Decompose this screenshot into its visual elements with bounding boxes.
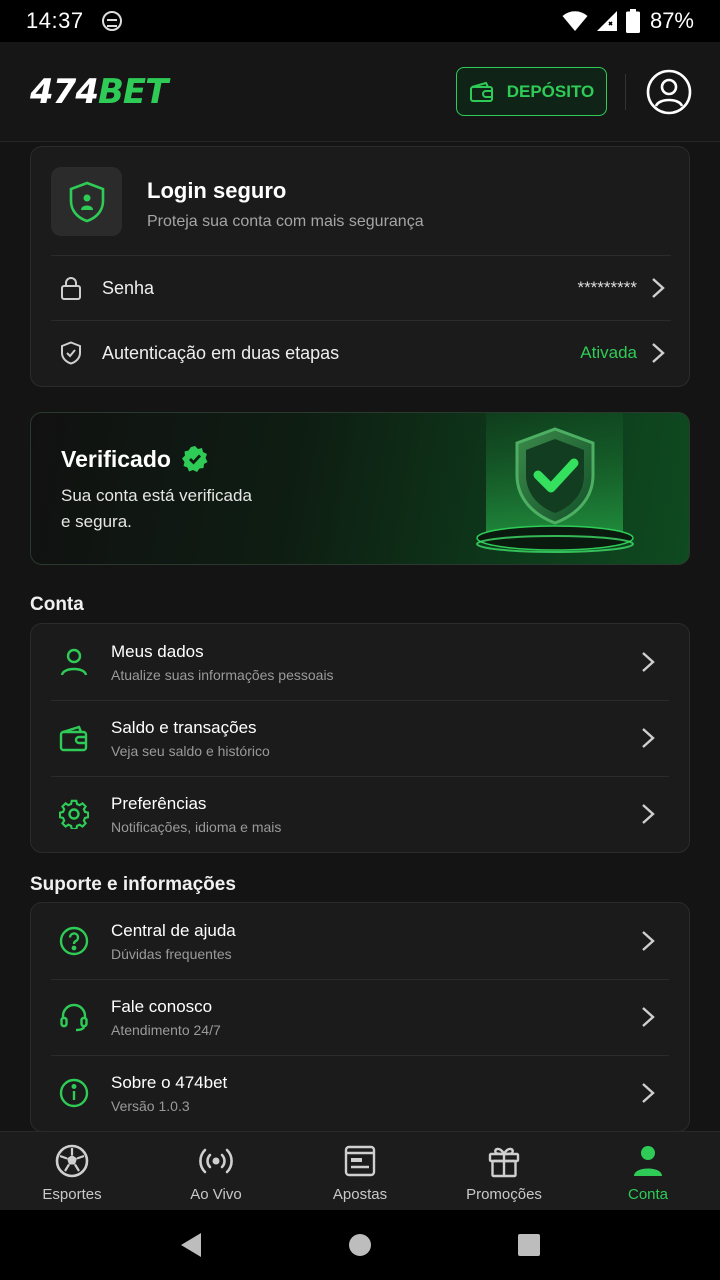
two-factor-status: Ativada <box>580 343 637 362</box>
nav-item-conta[interactable]: Conta <box>576 1132 720 1210</box>
chevron-right-icon <box>652 343 665 363</box>
menu-item-my-data[interactable]: Meus dados Atualize suas informações pes… <box>31 624 689 700</box>
back-icon[interactable] <box>179 1232 203 1258</box>
support-menu: Central de ajuda Dúvidas frequentes Fale… <box>30 902 690 1131</box>
secure-login-subtitle: Proteja sua conta com mais segurança <box>147 213 424 230</box>
nav-item-ao-vivo[interactable]: Ao Vivo <box>144 1132 288 1210</box>
deposit-label: DEPÓSITO <box>506 81 595 101</box>
menu-item-balance[interactable]: Saldo e transações Veja seu saldo e hist… <box>31 700 689 776</box>
wifi-icon <box>562 11 588 31</box>
menu-item-label: Central de ajuda <box>111 920 236 940</box>
support-section-title: Suporte e informações <box>30 874 236 895</box>
recents-icon[interactable] <box>517 1233 541 1257</box>
menu-item-contact[interactable]: Fale conosco Atendimento 24/7 <box>31 979 689 1055</box>
chevron-right-icon <box>642 652 655 672</box>
two-factor-label: Autenticação em duas etapas <box>102 342 340 363</box>
nav-label: Apostas <box>332 1186 388 1203</box>
secure-login-card: Login seguro Proteja sua conta com mais … <box>30 146 690 387</box>
chevron-right-icon <box>642 804 655 824</box>
notification-icon <box>101 11 122 31</box>
headset-icon <box>60 1003 88 1032</box>
shield-user-icon <box>51 167 122 236</box>
password-row[interactable]: Senha ********* <box>51 255 671 320</box>
menu-item-label: Fale conosco <box>111 996 213 1016</box>
verified-title-row: Verificado <box>61 445 209 473</box>
nav-label: Conta <box>627 1186 669 1203</box>
chevron-right-icon <box>642 728 655 748</box>
bet-slip-icon <box>344 1145 376 1177</box>
gear-icon <box>59 799 89 829</box>
bottom-navigation: Esportes Ao Vivo Apostas Promoções Conta <box>0 1131 720 1210</box>
logo-number: 474 <box>30 71 99 112</box>
account-menu: Meus dados Atualize suas informações pes… <box>30 623 690 853</box>
nav-label: Promoções <box>466 1186 542 1203</box>
menu-item-preferences[interactable]: Preferências Notificações, idioma e mais <box>31 776 689 852</box>
logo-brand: BET <box>97 71 168 112</box>
help-icon <box>59 926 89 956</box>
battery-percentage: 87% <box>649 8 694 33</box>
nav-label: Esportes <box>42 1186 102 1203</box>
nav-item-promocoes[interactable]: Promoções <box>432 1132 576 1210</box>
password-value: ********* <box>577 278 637 297</box>
chevron-right-icon <box>642 931 655 951</box>
nav-item-esportes[interactable]: Esportes <box>0 1132 144 1210</box>
secure-login-title: Login seguro <box>147 178 287 203</box>
home-icon[interactable] <box>348 1233 372 1257</box>
menu-item-sub: Versão 1.0.3 <box>111 1097 190 1114</box>
menu-item-help-center[interactable]: Central de ajuda Dúvidas frequentes <box>31 903 689 979</box>
logo[interactable]: 474 BET <box>30 71 168 112</box>
app-header: 474 BET DEPÓSITO <box>0 42 720 142</box>
header-divider <box>625 73 626 110</box>
menu-item-sub: Notificações, idioma e mais <box>111 818 282 835</box>
menu-item-label: Preferências <box>111 793 207 813</box>
account-section-title: Conta <box>30 594 84 615</box>
verified-banner: Verificado Sua conta está verificada e s… <box>30 412 690 565</box>
verified-text-line2: e segura. <box>61 512 132 531</box>
main-content[interactable]: Login seguro Proteja sua conta com mais … <box>0 143 720 1131</box>
menu-item-sub: Dúvidas frequentes <box>111 945 232 962</box>
wallet-icon <box>59 725 88 752</box>
shield-check-icon <box>61 341 81 365</box>
account-icon <box>634 1146 662 1176</box>
signal-icon <box>596 11 617 31</box>
soccer-ball-icon <box>55 1144 89 1178</box>
gift-icon <box>488 1147 520 1178</box>
system-navigation-bar <box>0 1210 720 1280</box>
battery-icon <box>625 9 640 33</box>
menu-item-label: Meus dados <box>111 641 204 661</box>
menu-item-label: Saldo e transações <box>111 717 257 737</box>
password-label: Senha <box>102 277 155 298</box>
shield-illustration <box>476 413 634 553</box>
chevron-right-icon <box>642 1083 655 1103</box>
menu-item-sub: Atualize suas informações pessoais <box>111 666 334 683</box>
two-factor-row[interactable]: Autenticação em duas etapas Ativada <box>51 320 671 385</box>
verified-title: Verificado <box>61 445 171 472</box>
deposit-button[interactable]: DEPÓSITO <box>456 67 607 116</box>
user-icon <box>60 648 88 676</box>
menu-item-sub: Atendimento 24/7 <box>111 1021 221 1038</box>
status-indicators: 87% <box>562 8 694 34</box>
nav-item-apostas[interactable]: Apostas <box>288 1132 432 1210</box>
nav-label: Ao Vivo <box>190 1186 242 1203</box>
verified-badge-icon <box>181 446 208 472</box>
menu-item-about[interactable]: Sobre o 474bet Versão 1.0.3 <box>31 1055 689 1131</box>
info-icon <box>59 1078 89 1108</box>
chevron-right-icon <box>652 278 665 298</box>
chevron-right-icon <box>642 1007 655 1027</box>
verified-text-line1: Sua conta está verificada <box>61 486 252 505</box>
profile-icon[interactable] <box>646 69 692 115</box>
status-time: 14:37 <box>26 8 84 33</box>
verified-description: Sua conta está verificada e segura. <box>61 483 281 535</box>
menu-item-label: Sobre o 474bet <box>111 1072 228 1092</box>
status-bar: 14:37 87% <box>0 0 720 42</box>
menu-item-sub: Veja seu saldo e histórico <box>111 742 270 759</box>
live-broadcast-icon <box>199 1148 233 1174</box>
wallet-icon <box>469 81 493 102</box>
lock-icon <box>61 277 81 300</box>
